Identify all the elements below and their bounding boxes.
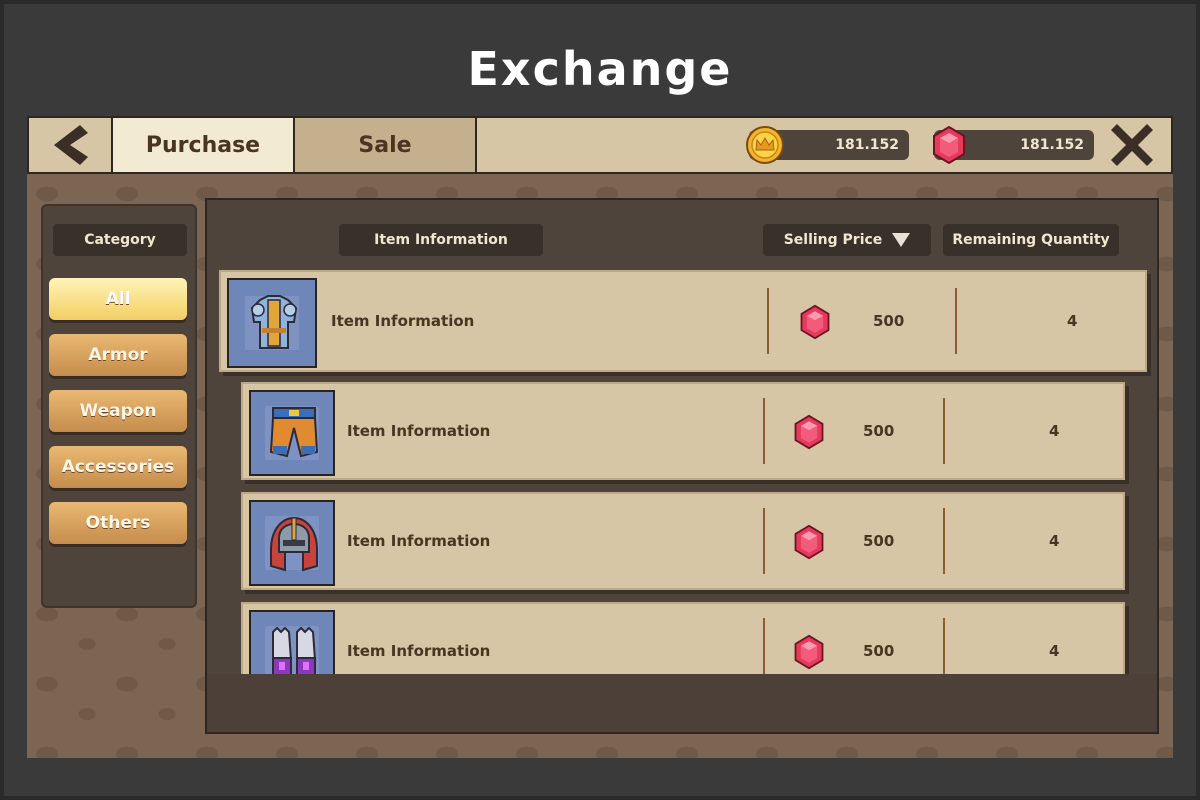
category-panel: Category All Armor Weapon Accessories Ot… xyxy=(41,204,197,608)
item-thumbnail xyxy=(249,500,335,586)
header-selling-price[interactable]: Selling Price xyxy=(763,224,931,256)
list-footer xyxy=(207,674,1157,732)
category-header: Category xyxy=(53,224,187,256)
item-row[interactable]: Item Information 500 4 xyxy=(241,492,1125,590)
item-price: 500 xyxy=(873,312,905,330)
item-thumbnail xyxy=(249,390,335,476)
top-bar: Purchase Sale 181.152 181.152 xyxy=(27,116,1173,174)
item-name: Item Information xyxy=(331,312,475,330)
row-divider xyxy=(763,398,765,464)
category-accessories[interactable]: Accessories xyxy=(49,446,187,488)
back-button[interactable] xyxy=(29,118,113,172)
red-gem-icon xyxy=(794,524,824,560)
category-others[interactable]: Others xyxy=(49,502,187,544)
header-remaining-quantity: Remaining Quantity xyxy=(943,224,1119,256)
item-name: Item Information xyxy=(347,532,491,550)
item-quantity: 4 xyxy=(1067,312,1078,330)
item-price: 500 xyxy=(863,532,895,550)
tab-sale[interactable]: Sale xyxy=(295,118,477,172)
item-price: 500 xyxy=(863,422,895,440)
header-item-information: Item Information xyxy=(339,224,543,256)
crown-coin-icon xyxy=(746,126,784,164)
category-armor[interactable]: Armor xyxy=(49,334,187,376)
category-weapon[interactable]: Weapon xyxy=(49,390,187,432)
tab-purchase[interactable]: Purchase xyxy=(113,118,295,172)
red-gem-icon xyxy=(794,414,824,450)
pants-icon xyxy=(269,407,319,458)
gold-balance-value: 181.152 xyxy=(835,137,899,153)
gem-balance-value: 181.152 xyxy=(1020,137,1084,153)
red-gem-icon xyxy=(933,125,965,165)
red-gem-icon xyxy=(794,634,824,670)
chevron-left-icon xyxy=(54,125,88,165)
row-divider xyxy=(767,288,769,354)
armor-chest-icon xyxy=(250,295,298,349)
item-name: Item Information xyxy=(347,642,491,660)
row-divider xyxy=(943,508,945,574)
row-divider xyxy=(943,398,945,464)
close-icon[interactable] xyxy=(1111,124,1153,166)
item-quantity: 4 xyxy=(1049,532,1060,550)
item-list-panel: Item Information Selling Price Remaining… xyxy=(205,198,1159,734)
row-divider xyxy=(763,508,765,574)
page-title: Exchange xyxy=(467,42,733,96)
item-row[interactable]: Item Information 500 4 xyxy=(241,382,1125,480)
item-quantity: 4 xyxy=(1049,642,1060,660)
item-name: Item Information xyxy=(347,422,491,440)
main-area: Category All Armor Weapon Accessories Ot… xyxy=(27,174,1173,758)
item-price: 500 xyxy=(863,642,895,660)
sort-down-icon xyxy=(892,233,911,247)
item-row[interactable]: Item Information 500 4 xyxy=(219,270,1147,372)
category-all[interactable]: All xyxy=(49,278,187,320)
header-selling-price-label: Selling Price xyxy=(783,232,883,248)
red-gem-icon xyxy=(800,304,830,340)
item-thumbnail xyxy=(227,278,317,368)
helmet-icon xyxy=(270,516,318,572)
item-quantity: 4 xyxy=(1049,422,1060,440)
row-divider xyxy=(955,288,957,354)
